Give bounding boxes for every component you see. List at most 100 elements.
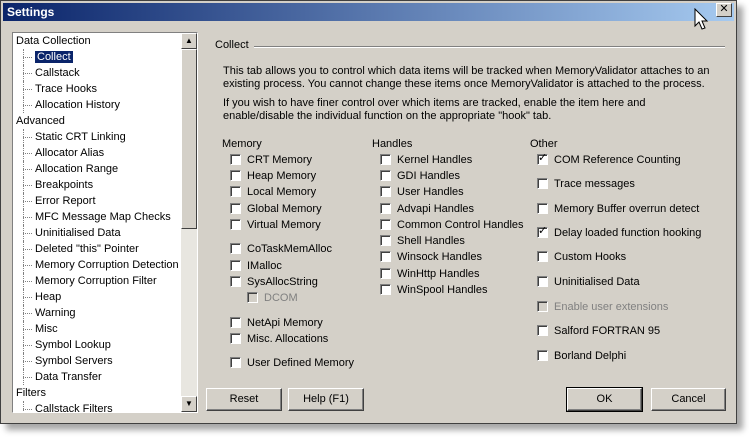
tree-item[interactable]: Data Transfer — [13, 369, 183, 385]
tree-item[interactable]: MFC Message Map Checks — [13, 209, 183, 225]
checkbox[interactable] — [230, 357, 241, 368]
checkbox[interactable] — [537, 152, 548, 165]
tree-item[interactable]: Filters — [13, 385, 183, 401]
memory-option[interactable]: CoTaskMemAlloc — [230, 243, 332, 257]
reset-button[interactable]: Reset — [206, 388, 282, 411]
scroll-up-icon[interactable]: ▲ — [181, 33, 197, 49]
other-option[interactable]: Uninitialised Data — [537, 276, 640, 290]
handles-option[interactable]: Winsock Handles — [380, 251, 482, 265]
handles-option[interactable]: WinHttp Handles — [380, 268, 480, 282]
memory-option[interactable]: CRT Memory — [230, 154, 312, 168]
memory-option[interactable]: Heap Memory — [230, 170, 316, 184]
checkbox[interactable] — [380, 235, 391, 246]
memory-option[interactable]: Virtual Memory — [230, 219, 321, 233]
tree-item[interactable]: Misc — [13, 321, 183, 337]
tree-item[interactable]: Symbol Servers — [13, 353, 183, 369]
title-bar[interactable]: Settings — [3, 3, 734, 21]
tree-item[interactable]: Uninitialised Data — [13, 225, 183, 241]
other-option[interactable]: Custom Hooks — [537, 251, 626, 265]
memory-option[interactable]: NetApi Memory — [230, 317, 323, 331]
checkbox[interactable] — [380, 219, 391, 230]
checkbox[interactable] — [230, 243, 241, 254]
help-button[interactable]: Help (F1) — [288, 388, 364, 411]
tree-item[interactable]: Advanced — [13, 113, 183, 129]
tree-item[interactable]: Memory Corruption Detection — [13, 257, 183, 273]
checkbox[interactable] — [230, 219, 241, 230]
handles-option[interactable]: Advapi Handles — [380, 203, 474, 217]
other-option[interactable]: Trace messages — [537, 178, 635, 192]
ok-button[interactable]: OK — [566, 387, 643, 412]
tree-item[interactable]: Memory Corruption Filter — [13, 273, 183, 289]
checkbox-label: Uninitialised Data — [554, 276, 640, 288]
checkbox[interactable] — [380, 203, 391, 214]
close-button[interactable]: ✕ — [716, 3, 732, 17]
checkbox[interactable] — [537, 325, 548, 336]
checkbox[interactable] — [537, 276, 548, 287]
checkbox[interactable] — [230, 333, 241, 344]
checkbox[interactable] — [380, 251, 391, 262]
other-option[interactable]: Borland Delphi — [537, 350, 626, 364]
tree-item[interactable]: Collect — [13, 49, 183, 65]
checkbox[interactable] — [230, 317, 241, 328]
checkbox-label: DCOM — [264, 292, 298, 304]
checkbox[interactable] — [230, 154, 241, 165]
checkbox[interactable] — [230, 260, 241, 271]
checkbox[interactable] — [537, 225, 548, 238]
handles-option[interactable]: Shell Handles — [380, 235, 465, 249]
tree-item[interactable]: Allocation History — [13, 97, 183, 113]
memory-option[interactable]: Local Memory — [230, 186, 316, 200]
checkbox[interactable] — [230, 203, 241, 214]
handles-option[interactable]: WinSpool Handles — [380, 284, 488, 298]
tree-item[interactable]: Deleted "this" Pointer — [13, 241, 183, 257]
checkbox[interactable] — [380, 154, 391, 165]
tree-item[interactable]: Static CRT Linking — [13, 129, 183, 145]
checkbox[interactable] — [230, 186, 241, 197]
other-option[interactable]: Salford FORTRAN 95 — [537, 325, 660, 339]
panel-divider — [254, 46, 725, 48]
checkbox[interactable] — [230, 276, 241, 287]
handles-option[interactable]: Common Control Handles — [380, 219, 524, 233]
tree-item-label: Symbol Lookup — [35, 339, 111, 351]
other-option[interactable]: COM Reference Counting — [537, 152, 681, 168]
memory-option[interactable]: IMalloc — [230, 260, 282, 274]
handles-option[interactable]: User Handles — [380, 186, 464, 200]
tree-item[interactable]: Breakpoints — [13, 177, 183, 193]
checkbox[interactable] — [380, 186, 391, 197]
tree-scrollbar[interactable]: ▲ ▼ — [181, 33, 197, 412]
settings-window: Settings ✕ Data Collection Collect Callsta… — [0, 0, 737, 424]
panel-title: Collect — [215, 39, 249, 51]
memory-option[interactable]: User Defined Memory — [230, 357, 354, 371]
checkbox[interactable] — [537, 203, 548, 214]
checkbox[interactable] — [537, 251, 548, 262]
tree-item-label: Memory Corruption Detection — [35, 259, 179, 271]
memory-option[interactable]: Global Memory — [230, 203, 322, 217]
tree-item[interactable]: Warning — [13, 305, 183, 321]
checkbox[interactable] — [380, 170, 391, 181]
checkbox-label: User Handles — [397, 186, 464, 198]
tree-item-label: Allocation Range — [35, 163, 119, 175]
tree-item[interactable]: Allocation Range — [13, 161, 183, 177]
scroll-down-icon[interactable]: ▼ — [181, 396, 197, 412]
checkbox[interactable] — [380, 284, 391, 295]
tree-item[interactable]: Heap — [13, 289, 183, 305]
memory-option[interactable]: Misc. Allocations — [230, 333, 328, 347]
tree-item[interactable]: Allocator Alias — [13, 145, 183, 161]
checkbox[interactable] — [537, 350, 548, 361]
tree-item[interactable]: Error Report — [13, 193, 183, 209]
tree-item[interactable]: Callstack Filters — [13, 401, 183, 412]
checkbox[interactable] — [537, 178, 548, 189]
cancel-button[interactable]: Cancel — [651, 388, 726, 411]
other-option[interactable]: Memory Buffer overrun detect — [537, 203, 699, 217]
checkbox[interactable] — [380, 268, 391, 279]
tree-item[interactable]: Callstack — [13, 65, 183, 81]
other-option[interactable]: Delay loaded function hooking — [537, 225, 701, 241]
checkbox-label: Advapi Handles — [397, 203, 475, 215]
tree-item[interactable]: Symbol Lookup — [13, 337, 183, 353]
checkbox[interactable] — [230, 170, 241, 181]
tree-item[interactable]: Trace Hooks — [13, 81, 183, 97]
handles-option[interactable]: Kernel Handles — [380, 154, 472, 168]
handles-option[interactable]: GDI Handles — [380, 170, 460, 184]
scroll-thumb[interactable] — [181, 49, 197, 229]
tree-item[interactable]: Data Collection — [13, 33, 183, 49]
memory-option[interactable]: SysAllocString — [230, 276, 318, 290]
